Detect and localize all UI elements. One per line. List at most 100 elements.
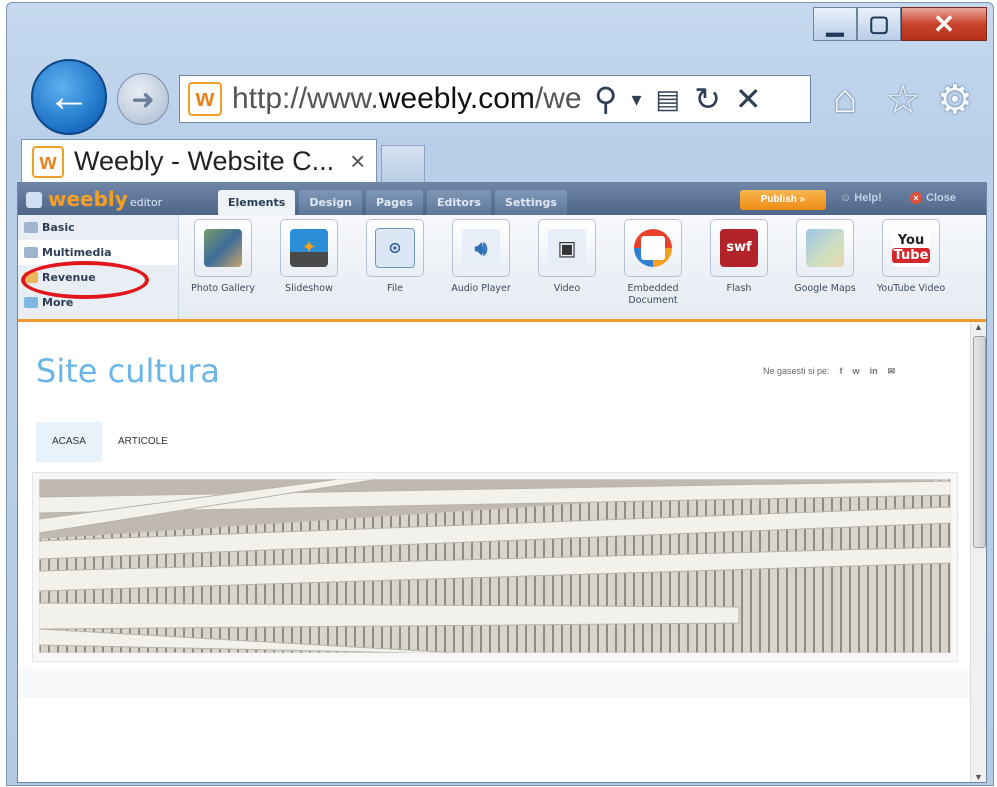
photo-gallery-icon: [194, 219, 252, 277]
editor-close-link[interactable]: × Close: [910, 192, 956, 204]
weebly-editor: weebly editor Elements Design Pages Edito…: [17, 182, 987, 783]
tab-design[interactable]: Design: [299, 190, 362, 215]
tab-close-icon[interactable]: ×: [350, 146, 365, 177]
tab-pages[interactable]: Pages: [365, 190, 424, 215]
minimize-button[interactable]: ▁: [813, 7, 857, 41]
favorites-star-icon[interactable]: ☆: [885, 77, 921, 123]
element-label: Audio Player: [451, 283, 511, 294]
element-label: Video: [553, 283, 581, 294]
element-video[interactable]: ▣ Video: [524, 219, 610, 307]
content-area: [18, 668, 970, 698]
close-circle-icon: ×: [910, 192, 922, 204]
linkedin-icon[interactable]: in: [870, 366, 878, 376]
elements-toolbar: Basic Multimedia Revenue More Photo Gall…: [18, 215, 986, 322]
compatibility-view-icon[interactable]: ▤: [655, 84, 680, 115]
scroll-down-icon[interactable]: ▼: [974, 772, 983, 782]
help-label: Help!: [854, 192, 882, 204]
new-tab-button[interactable]: [381, 145, 425, 183]
url-path: /weet: [534, 82, 582, 115]
dropdown-icon[interactable]: ▾: [631, 87, 641, 112]
element-label: Embedded Document: [627, 283, 679, 306]
weebly-logo: weebly editor: [26, 187, 162, 211]
browser-window: ▁ ▢ ✕ ← ➜ w http://www.weebly.com/weet ⚲…: [6, 2, 994, 786]
flash-icon-text: swf: [720, 229, 758, 267]
tab-settings[interactable]: Settings: [494, 190, 567, 215]
address-bar[interactable]: w http://www.weebly.com/weet ⚲ ▾ ▤ ↻ ✕: [179, 75, 811, 123]
twitter-icon[interactable]: w: [853, 366, 860, 376]
publish-button[interactable]: Publish »: [740, 190, 826, 210]
help-icon: ☺: [840, 192, 852, 204]
youtube-tube-text: Tube: [891, 248, 931, 263]
category-label: Basic: [42, 221, 75, 234]
url-text[interactable]: http://www.weebly.com/weet: [232, 82, 582, 116]
scroll-up-icon[interactable]: ▲: [974, 322, 983, 332]
category-basic[interactable]: Basic: [18, 215, 178, 240]
logo-text: weebly: [48, 187, 128, 211]
home-icon[interactable]: ⌂: [833, 77, 857, 122]
search-icon[interactable]: ⚲: [594, 80, 617, 118]
weebly-tab-favicon-icon: w: [32, 145, 64, 178]
slideshow-icon: ✦: [280, 219, 338, 277]
element-google-maps[interactable]: Google Maps: [782, 219, 868, 307]
back-button[interactable]: ←: [31, 59, 107, 135]
element-photo-gallery[interactable]: Photo Gallery: [180, 219, 266, 307]
element-label: Slideshow: [285, 283, 333, 294]
element-audio-player[interactable]: 🔊︎ Audio Player: [438, 219, 524, 307]
element-label: YouTube Video: [876, 283, 946, 294]
ceiling-beams-image: [39, 479, 951, 653]
multimedia-category-icon: [24, 247, 38, 258]
browser-tab[interactable]: w Weebly - Website C... ×: [21, 139, 377, 183]
forward-button[interactable]: ➜: [117, 73, 169, 125]
tab-elements[interactable]: Elements: [218, 190, 296, 215]
maximize-icon: ▢: [868, 11, 890, 36]
site-preview: Site cultura Ne gasesti si pe: f w in ✉ ACAS…: [18, 322, 970, 782]
header-image-frame[interactable]: [32, 472, 958, 662]
scrollbar-thumb[interactable]: [973, 336, 986, 548]
vertical-scrollbar[interactable]: ▲ ▼: [970, 322, 986, 782]
element-label: Photo Gallery: [191, 283, 255, 294]
tab-editors[interactable]: Editors: [427, 190, 491, 215]
navigation-bar: ← ➜ w http://www.weebly.com/weet ⚲ ▾ ▤ ↻…: [21, 51, 986, 141]
element-categories: Basic Multimedia Revenue More: [18, 215, 179, 319]
file-icon: ⊙: [366, 219, 424, 277]
element-file[interactable]: ⊙ File: [352, 219, 438, 307]
weebly-favicon-icon: w: [188, 82, 222, 116]
basic-category-icon: [24, 222, 38, 233]
site-title[interactable]: Site cultura: [36, 352, 220, 390]
facebook-icon[interactable]: f: [840, 366, 843, 376]
nav-item-acasa[interactable]: ACASA: [36, 422, 102, 462]
element-embedded-document[interactable]: Embedded Document: [610, 219, 696, 307]
stop-icon[interactable]: ✕: [735, 80, 762, 118]
tab-title: Weebly - Website C...: [74, 146, 335, 176]
social-share: Ne gasesti si pe: f w in ✉: [763, 366, 895, 377]
url-prefix: http://www.: [232, 82, 379, 115]
youtube-you-text: You: [897, 233, 925, 248]
youtube-icon: You Tube: [882, 219, 940, 277]
window-controls: ▁ ▢ ✕: [813, 7, 987, 43]
tab-strip: w Weebly - Website C... ×: [21, 139, 986, 183]
logo-subtitle: editor: [129, 196, 163, 209]
more-category-icon: [24, 297, 38, 308]
maximize-button[interactable]: ▢: [857, 7, 901, 41]
share-label: Ne gasesti si pe:: [763, 366, 830, 376]
email-icon[interactable]: ✉: [888, 366, 896, 376]
editor-top-bar: weebly editor Elements Design Pages Edito…: [18, 183, 986, 215]
element-label: File: [387, 283, 403, 294]
nav-item-articole[interactable]: ARTICOLE: [102, 422, 184, 462]
element-label: Flash: [726, 283, 752, 294]
element-slideshow[interactable]: ✦ Slideshow: [266, 219, 352, 307]
close-window-button[interactable]: ✕: [901, 7, 987, 41]
google-maps-icon: [796, 219, 854, 277]
settings-gear-icon[interactable]: ⚙: [937, 77, 973, 123]
header-image: [39, 479, 951, 653]
flash-icon: swf: [710, 219, 768, 277]
multimedia-elements: Photo Gallery ✦ Slideshow ⊙ File 🔊︎ Audi…: [180, 219, 954, 307]
embedded-document-icon: [624, 219, 682, 277]
url-domain: weebly.com: [378, 82, 535, 115]
close-icon: ✕: [933, 8, 955, 39]
help-link[interactable]: ☺ Help!: [840, 192, 882, 204]
element-youtube-video[interactable]: You Tube YouTube Video: [868, 219, 954, 307]
element-flash[interactable]: swf Flash: [696, 219, 782, 307]
highlight-circle-annotation: [21, 261, 149, 299]
refresh-icon[interactable]: ↻: [694, 80, 721, 118]
